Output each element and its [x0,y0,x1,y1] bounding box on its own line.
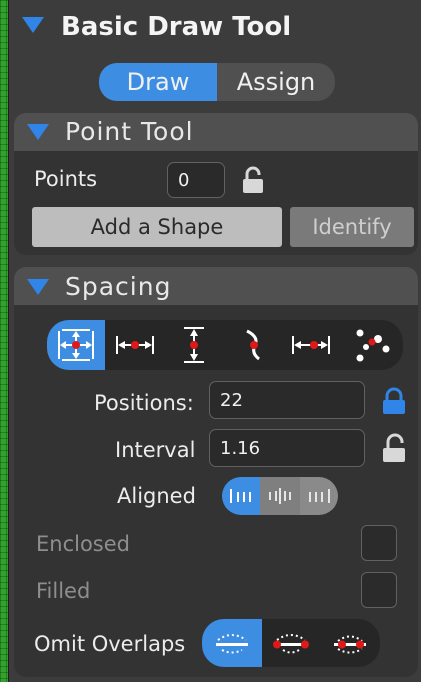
align-center-icon[interactable] [260,477,300,515]
interval-label: Interval [115,438,196,462]
basic-draw-tool-panel: Basic Draw Tool Draw Assign Point Tool P… [8,0,421,682]
point-tool-collapse-icon[interactable] [27,124,49,140]
draw-mode-button[interactable]: Draw [99,63,217,101]
filled-checkbox[interactable] [361,572,397,608]
align-end-icon[interactable] [300,477,338,515]
enclosed-label: Enclosed [36,532,130,556]
omit-end-icon[interactable] [320,619,380,667]
enclosed-checkbox[interactable] [361,525,397,561]
identify-button[interactable]: Identify [290,207,414,247]
positions-input[interactable]: 22 [209,381,365,419]
unlocked-lock-icon[interactable] [381,433,407,463]
collapse-triangle-icon[interactable] [22,17,44,33]
points-label: Points [34,167,98,191]
assign-mode-button[interactable]: Assign [217,63,335,101]
add-shape-button[interactable]: Add a Shape [32,207,282,247]
omit-start-icon[interactable] [262,619,320,667]
positions-label: Positions: [94,391,194,415]
edge-spacing-icon[interactable] [281,320,341,370]
locked-lock-icon[interactable] [381,387,407,415]
unlocked-lock-icon[interactable] [241,166,265,194]
mode-toggle: Draw Assign [99,63,335,101]
width-spacing-icon[interactable] [105,320,165,370]
interval-input[interactable]: 1.16 [209,429,365,467]
points-input[interactable]: 0 [167,162,225,198]
height-spacing-icon[interactable] [165,320,223,370]
aligned-toggle [222,477,338,515]
spacing-title: Spacing [65,272,172,301]
curve-spacing-icon[interactable] [223,320,281,370]
random-points-icon[interactable] [341,320,403,370]
omit-overlaps-toggle [202,619,380,667]
align-start-icon[interactable] [222,477,260,515]
aligned-label: Aligned [117,484,196,508]
spacing-collapse-icon[interactable] [27,279,49,295]
spacing-mode-bar [47,320,403,370]
panel-title: Basic Draw Tool [61,12,292,42]
point-tool-title: Point Tool [65,117,194,146]
filled-label: Filled [36,579,91,603]
distribute-both-icon[interactable] [47,320,105,370]
omit-none-icon[interactable] [202,619,262,667]
omit-overlaps-label: Omit Overlaps [34,632,186,656]
